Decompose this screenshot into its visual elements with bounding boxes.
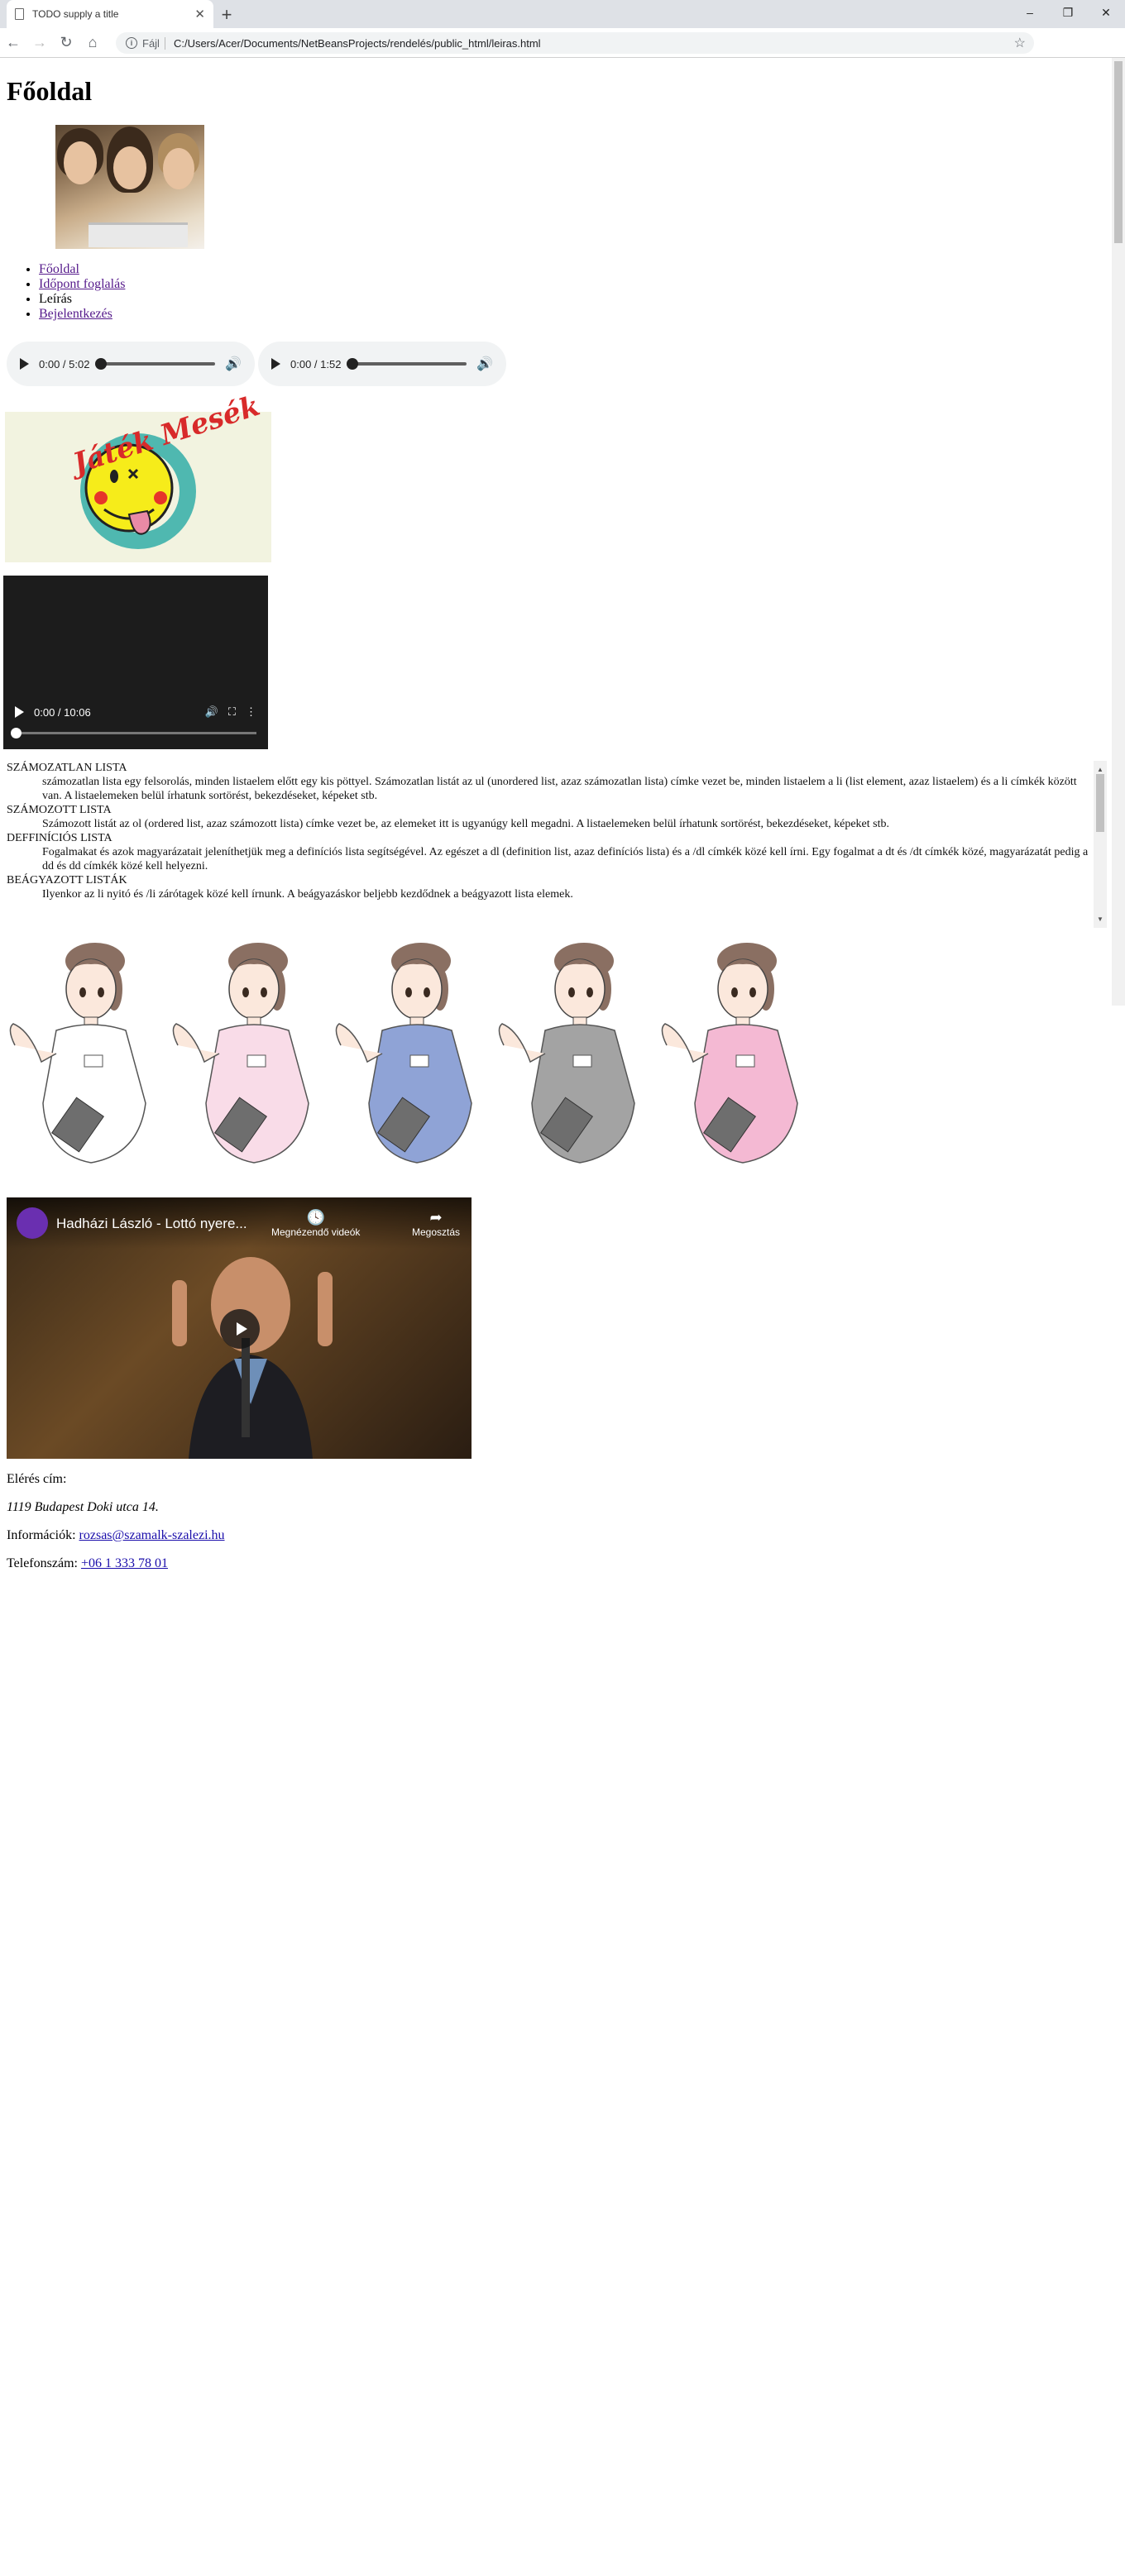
video-seek-slider[interactable] [11,728,256,738]
nurse-illustrations [9,943,798,1164]
reload-icon[interactable]: ↻ [53,30,79,56]
info-row: Információk: rozsas@szamalk-szalezi.hu [7,1528,225,1543]
clock-icon: 🕓 [306,1209,325,1226]
list-term: SZÁMOZOTT LISTA [7,804,112,816]
list-description: Fogalmakat és azok magyarázatait jelenít… [42,846,1089,872]
browser-tab[interactable]: TODO supply a title ✕ [7,0,213,28]
youtube-play-button[interactable] [220,1309,260,1349]
phone-row: Telefonszám: +06 1 333 78 01 [7,1556,225,1571]
volume-icon[interactable]: 🔊 [225,356,242,372]
nav-link-bejelentkezes[interactable]: Bejelentkezés [39,307,112,321]
video-player[interactable]: 0:00 / 10:06 🔊 ⛶ ⋮ [3,576,268,749]
video-time: 0:00 / 10:06 [34,705,91,719]
main-navigation: Főoldal Időpont foglalás Leírás Bejelent… [7,262,125,322]
nav-item-fooldal: Főoldal [39,262,125,277]
minimize-button[interactable]: – [1011,0,1049,25]
url-scheme: Fájl [142,36,165,50]
nurse-figure [9,943,146,1164]
list-term: DEFFINÍCIÓS LISTA [7,832,112,844]
phone-label: Telefonszám: [7,1556,78,1570]
browser-toolbar: ← → ↻ ⌂ i Fájl C:/Users/Acer/Documents/N… [0,28,1125,58]
list-description: Ilyenkor az li nyitó és /li zárótagek kö… [42,888,573,901]
play-icon[interactable] [15,706,24,718]
audio-player-2[interactable]: 0:00 / 1:52 🔊 [258,342,506,386]
audio-player-1[interactable]: 0:00 / 5:02 🔊 [7,342,255,386]
info-label: Információk: [7,1528,76,1542]
bookmark-star-icon[interactable]: ☆ [1014,35,1026,51]
audio-time-1: 0:00 / 5:02 [39,357,90,370]
hero-laptop [89,222,188,247]
definition-list: SZÁMOZATLAN LISTA számozatlan lista egy … [7,761,1107,901]
list-description: Számozott listát az ol (ordered list, az… [42,818,889,830]
address-label: Elérés cím: [7,1472,67,1486]
browser-chrome: TODO supply a title ✕ + – ❐ ✕ ← → ↻ ⌂ i … [0,0,1125,58]
list-description-box[interactable]: SZÁMOZATLAN LISTA számozatlan lista egy … [7,761,1107,928]
phone-link[interactable]: +06 1 333 78 01 [81,1556,168,1570]
info-icon[interactable]: i [126,37,137,49]
list-term: BEÁGYAZOTT LISTÁK [7,874,127,887]
hero-person-face [64,141,97,184]
nurse-figure [498,943,635,1164]
nav-link-fooldal[interactable]: Főoldal [39,262,79,276]
play-icon[interactable] [271,358,280,370]
list-scrollbar[interactable]: ▲ ▼ [1094,761,1107,928]
scroll-down-icon[interactable]: ▼ [1097,912,1103,926]
fullscreen-icon[interactable]: ⛶ [228,705,236,719]
close-window-button[interactable]: ✕ [1087,0,1125,25]
home-icon[interactable]: ⌂ [79,30,106,56]
video-controls: 0:00 / 10:06 🔊 ⛶ ⋮ [3,700,268,724]
nurse-figure [661,943,798,1164]
close-tab-icon[interactable]: ✕ [194,7,205,22]
nav-item-bejelentkezes: Bejelentkezés [39,307,125,322]
address-bar[interactable]: i Fájl C:/Users/Acer/Documents/NetBeansP… [116,32,1034,54]
nav-item-leiras: Leírás [39,292,125,307]
list-scrollbar-thumb[interactable] [1096,774,1104,832]
jatek-mesek-logo: Játék Mesék [5,390,271,562]
youtube-video-title[interactable]: Hadházi László - Lottó nyere... [56,1216,247,1232]
back-arrow-icon[interactable]: ← [0,30,26,56]
nurse-figure [172,943,309,1164]
watch-later-button[interactable]: 🕓 Megnézendő videók [271,1209,360,1238]
audio-time-2: 0:00 / 1:52 [290,357,342,370]
document-icon [15,8,24,20]
share-icon: ➦ [429,1209,443,1226]
more-options-icon[interactable]: ⋮ [246,705,256,719]
page-title: Főoldal [7,76,93,106]
audio-seek-slider-1[interactable] [95,358,216,370]
list-description: számozatlan lista egy felsorolás, minden… [42,776,1077,802]
email-link[interactable]: rozsas@szamalk-szalezi.hu [79,1528,225,1542]
new-tab-button[interactable]: + [217,4,237,26]
volume-icon[interactable]: 🔊 [205,705,218,719]
page-scrollbar[interactable] [1112,58,1125,1006]
youtube-embed[interactable]: Hadházi László - Lottó nyere... 🕓 Megnéz… [7,1197,472,1459]
channel-avatar[interactable] [17,1207,48,1239]
audio-seek-slider-2[interactable] [347,358,467,370]
window-controls: – ❐ ✕ [1011,0,1125,25]
nav-link-idopont[interactable]: Időpont foglalás [39,277,125,291]
hero-person-face [163,148,194,189]
hero-image [55,125,204,249]
restore-button[interactable]: ❐ [1049,0,1087,25]
hero-person-face [113,146,146,189]
forward-arrow-icon[interactable]: → [26,30,53,56]
list-term: SZÁMOZATLAN LISTA [7,762,127,774]
play-icon [236,1322,247,1336]
presenter-figure [172,1257,333,1459]
address: 1119 Budapest Doki utca 14. [7,1500,159,1514]
page-scrollbar-thumb[interactable] [1114,61,1123,243]
share-button[interactable]: ➦ Megosztás [412,1209,460,1238]
url-text[interactable]: C:/Users/Acer/Documents/NetBeansProjects… [174,37,541,50]
volume-icon[interactable]: 🔊 [476,356,493,372]
tab-title: TODO supply a title [32,8,119,20]
nav-item-idopont: Időpont foglalás [39,277,125,292]
nurse-figure [335,943,472,1164]
contact-section: Elérés cím: 1119 Budapest Doki utca 14. … [7,1472,225,1584]
play-icon[interactable] [20,358,29,370]
